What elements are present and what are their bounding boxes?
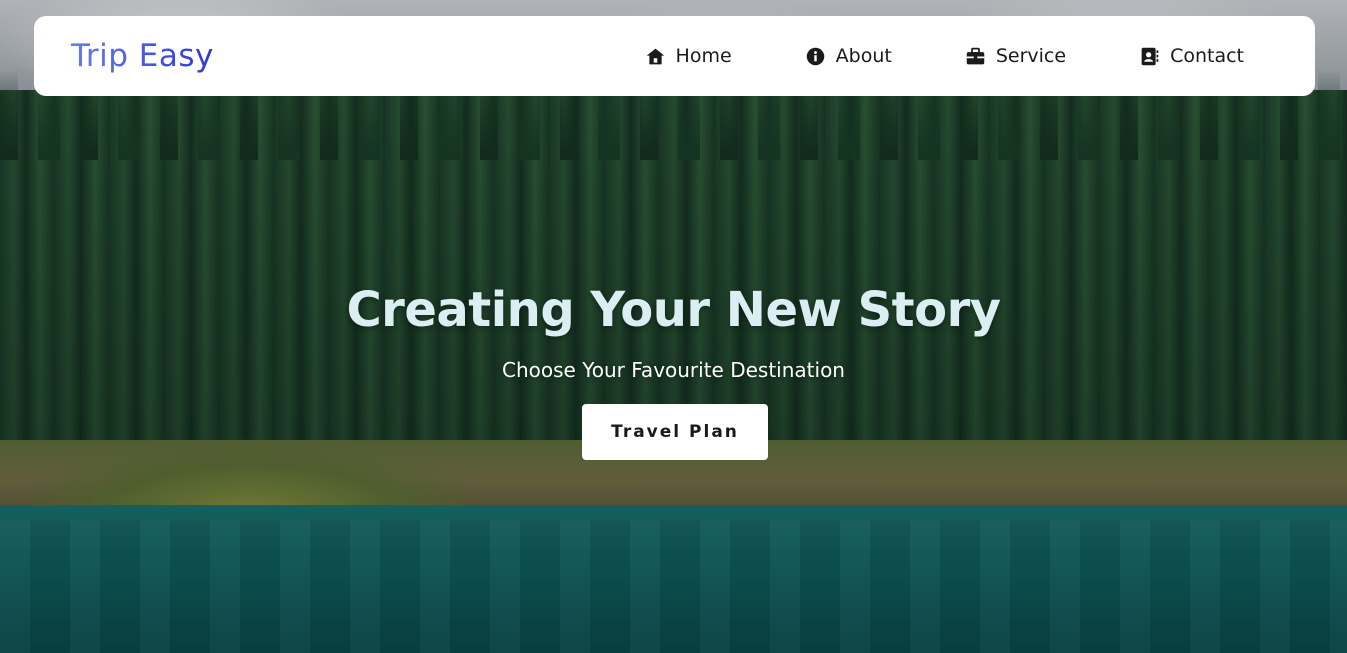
contact-card-icon: [1141, 47, 1159, 65]
briefcase-icon: [966, 47, 985, 64]
nav-label-service: Service: [995, 45, 1067, 67]
info-icon: [806, 47, 824, 65]
brand-logo[interactable]: Trip Easy: [71, 38, 214, 74]
travel-plan-button[interactable]: Travel Plan: [582, 404, 768, 460]
hero-section: Creating Your New Story Choose Your Favo…: [0, 280, 1347, 382]
nav-item-service[interactable]: Service: [965, 45, 1066, 67]
nav-label-home: Home: [675, 45, 732, 67]
hero-subtitle: Choose Your Favourite Destination: [502, 358, 845, 382]
nav-item-contact[interactable]: Contact: [1139, 45, 1244, 67]
nav-item-home[interactable]: Home: [645, 45, 732, 67]
nav-label-about: About: [835, 45, 892, 67]
home-icon: [646, 48, 664, 64]
nav-item-about[interactable]: About: [805, 45, 892, 67]
hero-title: Creating Your New Story: [346, 282, 1001, 338]
navbar: Trip Easy Home About Service Contact: [34, 16, 1315, 96]
nav-links: Home About Service Contact: [645, 45, 1244, 67]
nav-label-contact: Contact: [1170, 45, 1244, 67]
